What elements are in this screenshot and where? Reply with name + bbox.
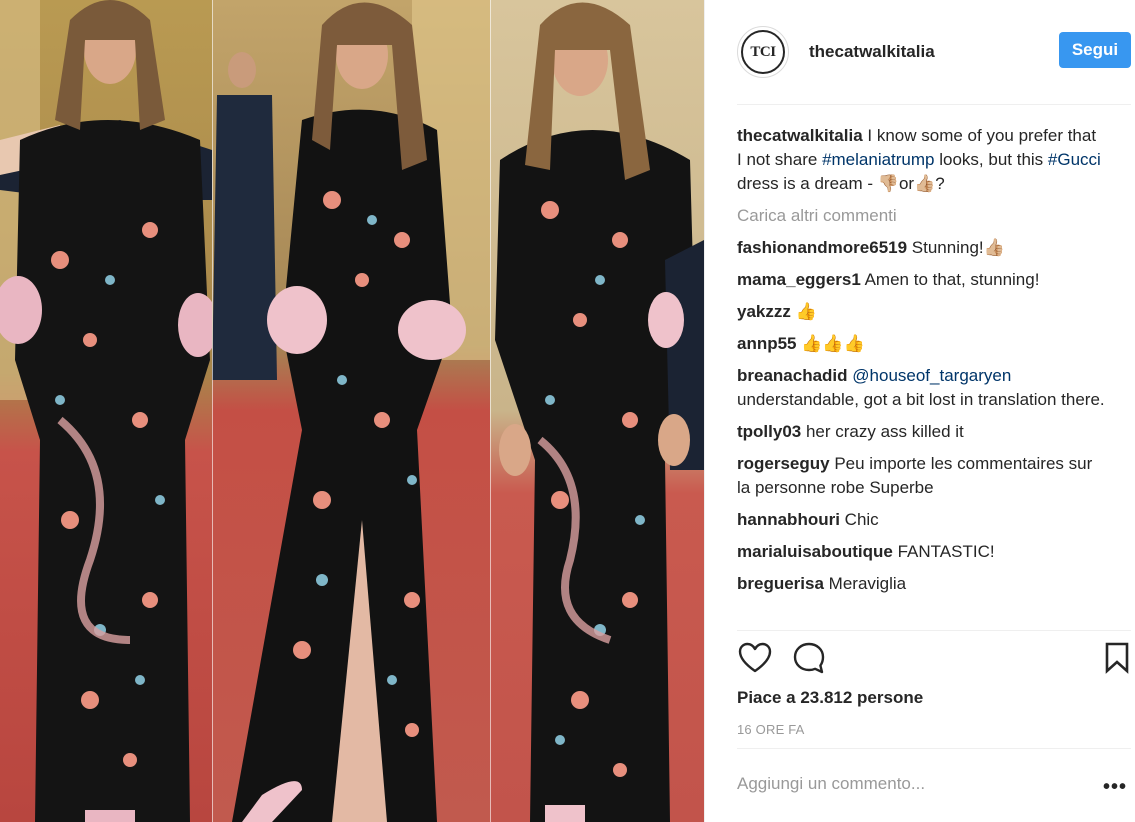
caption-text: dress is a dream -: [737, 174, 878, 193]
caption-text: looks, but this: [934, 150, 1048, 169]
mention-link[interactable]: @houseof_targaryen: [852, 366, 1011, 385]
comment-username[interactable]: hannabhouri: [737, 510, 840, 529]
more-options-icon[interactable]: •••: [1103, 776, 1127, 799]
comment-username[interactable]: rogerseguy: [737, 454, 830, 473]
follow-button[interactable]: Segui: [1059, 32, 1131, 68]
comment-item: tpolly03 her crazy ass killed it: [737, 420, 1105, 444]
comment-item: breanachadid @houseof_targaryen understa…: [737, 364, 1105, 412]
comment-item: marialuisaboutique FANTASTIC!: [737, 540, 1105, 564]
caption-text: ?: [935, 174, 945, 193]
avatar-logo: TCI: [741, 30, 785, 74]
hashtag-link[interactable]: #Gucci: [1048, 150, 1101, 169]
actions-divider: [737, 630, 1131, 631]
caption-username[interactable]: thecatwalkitalia: [737, 126, 863, 145]
comment-item: breguerisa Meraviglia: [737, 572, 1105, 596]
comments-section: thecatwalkitalia I know some of you pref…: [737, 124, 1105, 604]
comment-text: FANTASTIC!: [892, 542, 995, 561]
header-divider: [737, 104, 1131, 105]
comment-username[interactable]: tpolly03: [737, 422, 801, 441]
likes-count[interactable]: Piace a 23.812 persone: [737, 688, 923, 708]
thumbs-up-emoji: 👍🏼: [914, 174, 936, 194]
caption: thecatwalkitalia I know some of you pref…: [737, 124, 1105, 196]
comment-item: rogerseguy Peu importe les commentaires …: [737, 452, 1105, 500]
comment-item: hannabhouri Chic: [737, 508, 1105, 532]
comment-username[interactable]: breanachadid: [737, 366, 848, 385]
heart-icon[interactable]: [737, 640, 773, 676]
comment-username[interactable]: breguerisa: [737, 574, 824, 593]
thumbs-up-emoji: 👍: [795, 302, 817, 322]
load-more-comments-link[interactable]: Carica altri commenti: [737, 204, 1105, 228]
comment-item: fashionandmore6519 Stunning!👍🏼: [737, 236, 1105, 260]
action-bar: [737, 640, 1129, 676]
bookmark-icon[interactable]: [1099, 640, 1135, 676]
comment-username[interactable]: marialuisaboutique: [737, 542, 893, 561]
comment-text: Stunning!: [907, 238, 984, 257]
post-image[interactable]: [0, 0, 704, 822]
comment-list: fashionandmore6519 Stunning!👍🏼 mama_egge…: [737, 236, 1105, 596]
photo-panel-middle: [212, 0, 490, 822]
comment-bubble-icon[interactable]: [791, 640, 827, 676]
photo-divider: [490, 0, 491, 822]
comment-username[interactable]: mama_eggers1: [737, 270, 861, 289]
caption-text: or: [898, 174, 915, 193]
photo-panel-left: [0, 0, 212, 822]
thumbs-up-emoji: 👍🏼: [983, 238, 1005, 258]
comment-username[interactable]: yakzzz: [737, 302, 791, 321]
comment-item: yakzzz 👍: [737, 300, 1105, 324]
post-side-panel: TCI thecatwalkitalia Segui thecatwalkita…: [704, 0, 1135, 822]
account-username[interactable]: thecatwalkitalia: [809, 42, 935, 62]
comment-text: understandable, got a bit lost in transl…: [737, 390, 1105, 409]
post-header: TCI thecatwalkitalia Segui: [737, 26, 1131, 78]
comment-text: her crazy ass killed it: [801, 422, 964, 441]
thumbs-up-emoji: 👍👍👍: [801, 334, 865, 354]
avatar[interactable]: TCI: [737, 26, 789, 78]
comment-username[interactable]: fashionandmore6519: [737, 238, 907, 257]
comment-input-divider: [737, 748, 1131, 749]
photo-divider: [212, 0, 213, 822]
comment-item: mama_eggers1 Amen to that, stunning!: [737, 268, 1105, 292]
add-comment-input[interactable]: Aggiungi un commento...: [737, 774, 925, 794]
hashtag-link[interactable]: #melaniatrump: [822, 150, 934, 169]
comment-item: annp55 👍👍👍: [737, 332, 1105, 356]
thumbs-down-emoji: 👎🏼: [877, 174, 899, 194]
instagram-post: TCI thecatwalkitalia Segui thecatwalkita…: [0, 0, 1135, 822]
post-timestamp: 16 ORE FA: [737, 722, 805, 737]
comment-text: Meraviglia: [823, 574, 907, 593]
comment-text: Chic: [839, 510, 879, 529]
comment-username[interactable]: annp55: [737, 334, 797, 353]
comment-text: Amen to that, stunning!: [860, 270, 1040, 289]
photo-panel-right: [490, 0, 704, 822]
